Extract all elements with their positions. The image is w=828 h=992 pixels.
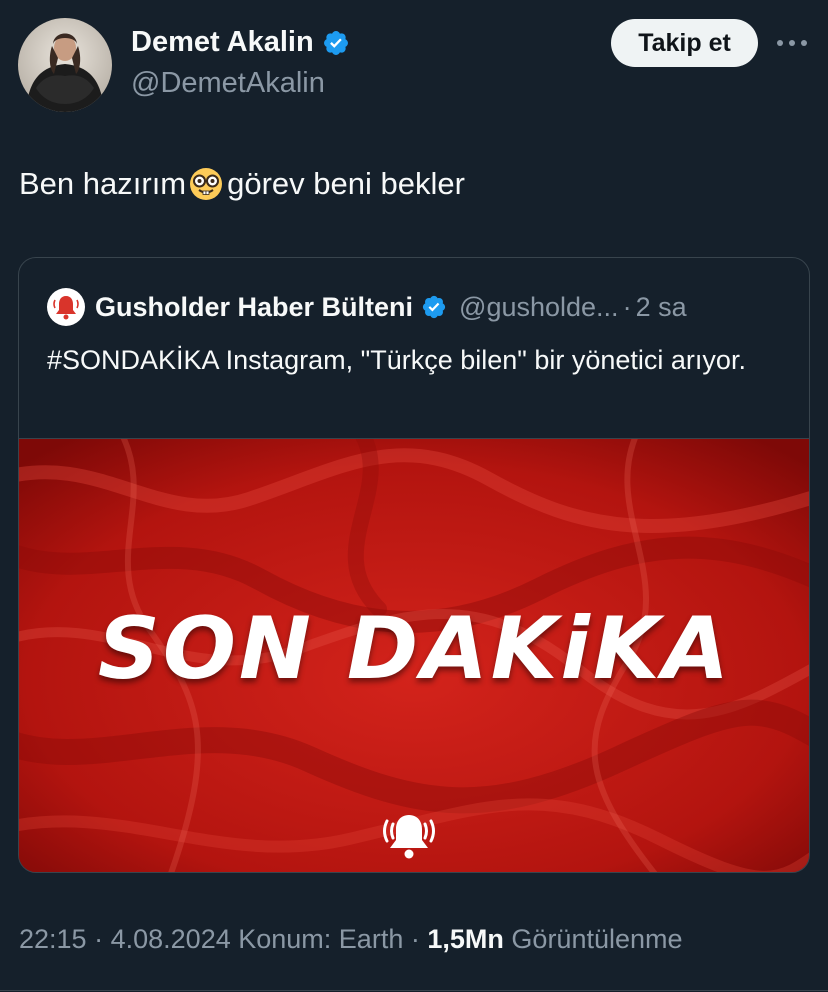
- quoted-author-name[interactable]: Gusholder Haber Bülteni: [95, 292, 413, 323]
- nerd-face-emoji-icon: [188, 166, 224, 202]
- media-headline: SON DAKiKA: [97, 599, 733, 699]
- views-label: Görüntülenme: [511, 924, 683, 954]
- meta-separator: ·: [410, 924, 420, 954]
- views-count[interactable]: 1,5Mn: [427, 924, 504, 954]
- quoted-author-handle[interactable]: @gusholde...: [459, 292, 619, 323]
- tweet-date[interactable]: 4.08.2024: [111, 924, 231, 954]
- quoted-separator: ·: [622, 291, 632, 322]
- verified-badge-icon[interactable]: [322, 29, 350, 57]
- tweet-text-part-1: Ben hazırım: [19, 166, 187, 201]
- quoted-verified-badge-icon: [421, 294, 447, 320]
- follow-button[interactable]: Takip et: [611, 19, 758, 67]
- quoted-tweet-text: #SONDAKİKA Instagram, "Türkçe bilen" bir…: [47, 345, 746, 375]
- quoted-author-avatar[interactable]: [47, 288, 85, 326]
- tweet-header: Demet Akalin @DemetAkalin Takip et: [0, 0, 828, 120]
- author-display-name[interactable]: Demet Akalin: [131, 26, 314, 59]
- bell-ringing-icon: [379, 807, 439, 863]
- quoted-timestamp[interactable]: 2 sa: [636, 292, 687, 323]
- author-avatar[interactable]: [18, 18, 112, 112]
- tweet-time[interactable]: 22:15: [19, 924, 87, 954]
- tweet-text: Ben hazırım görev beni bekler: [19, 166, 465, 202]
- author-handle[interactable]: @DemetAkalin: [131, 67, 325, 100]
- quoted-tweet-card[interactable]: Gusholder Haber Bülteni @gusholde... · 2…: [18, 257, 810, 873]
- divider: [0, 990, 828, 991]
- tweet-location: Konum: Earth: [238, 924, 404, 954]
- quoted-tweet-header: Gusholder Haber Bülteni @gusholde... · 2…: [47, 288, 687, 326]
- more-horizontal-icon[interactable]: [774, 28, 810, 58]
- author-name-row: Demet Akalin: [131, 26, 350, 59]
- quoted-tweet-media[interactable]: SON DAKiKA: [19, 438, 809, 872]
- tweet-meta: 22:15 · 4.08.2024 Konum: Earth · 1,5Mn G…: [19, 924, 683, 955]
- meta-separator: ·: [94, 924, 104, 954]
- tweet-text-part-2: görev beni bekler: [227, 166, 465, 201]
